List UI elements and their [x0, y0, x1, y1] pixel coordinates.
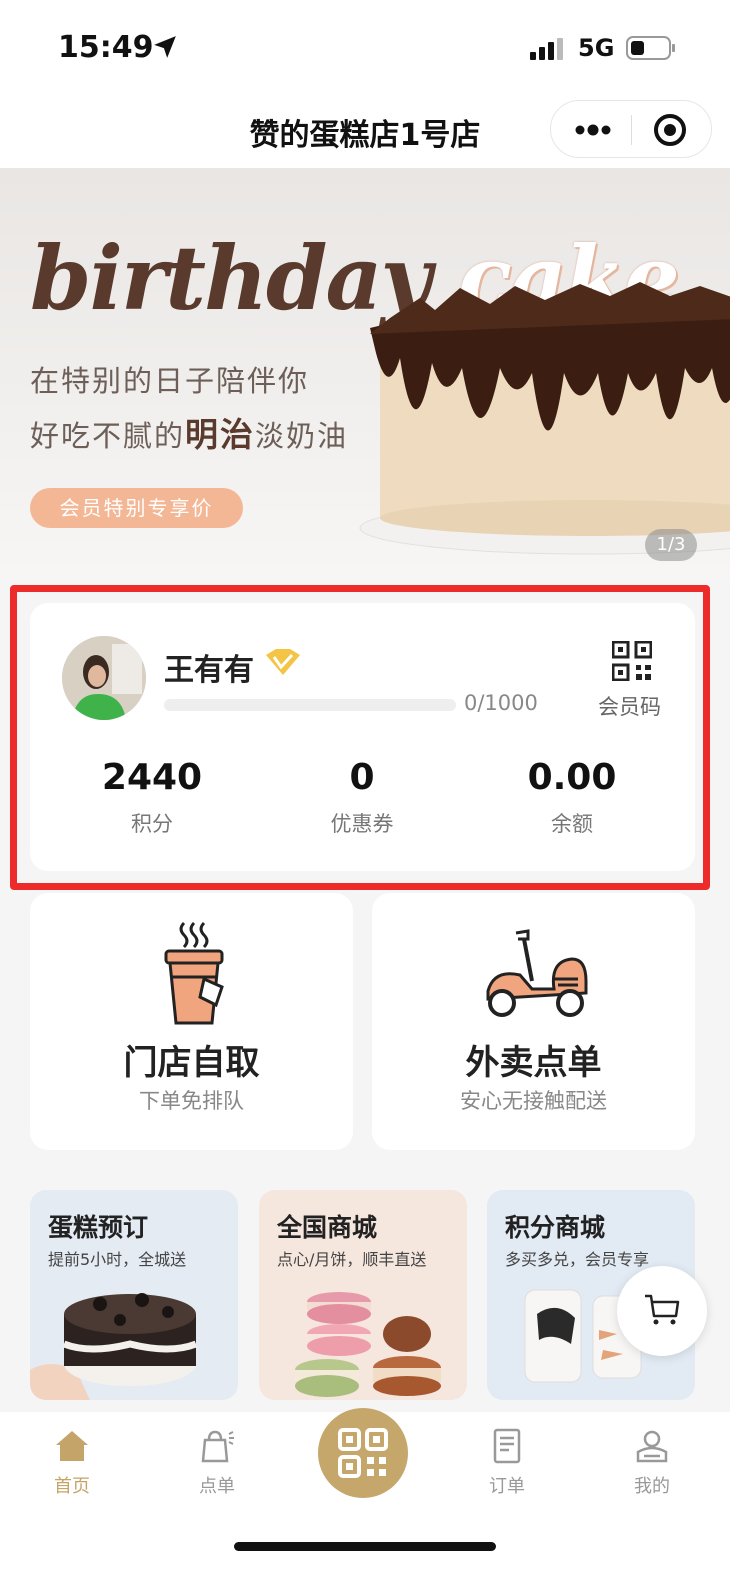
- receipt-icon: [493, 1428, 521, 1464]
- chocolate-cake-image: [359, 282, 730, 555]
- tab-orders[interactable]: 订单: [447, 1428, 567, 1498]
- points-label: 积分: [131, 812, 173, 836]
- bag-icon: [201, 1430, 234, 1463]
- qr-code-icon[interactable]: [612, 641, 652, 681]
- cart-button[interactable]: [617, 1266, 707, 1356]
- stat-points[interactable]: 2440 积分: [52, 757, 252, 838]
- status-time: 15:49: [58, 30, 154, 65]
- banner-tagline-suffix: 淡奶油: [255, 419, 349, 453]
- nav-bar: 赞的蛋糕店1号店: [0, 96, 730, 168]
- tab-scan-qr[interactable]: [318, 1408, 408, 1498]
- home-icon: [56, 1431, 88, 1461]
- close-miniprogram-icon[interactable]: [653, 113, 687, 147]
- signal-icon: [530, 38, 563, 60]
- delivery-subtitle: 安心无接触配送: [460, 1089, 607, 1113]
- miniprogram-capsule: [550, 100, 712, 158]
- promo-banner[interactable]: birthday cake 在特别的日子陪伴你 好吃不腻的明治淡奶油 会员特别专…: [0, 168, 730, 580]
- battery-icon: [626, 36, 675, 60]
- tab-menu[interactable]: 点单: [157, 1428, 277, 1498]
- more-icon[interactable]: [573, 117, 613, 143]
- member-card[interactable]: 王有有 0/1000 会员码 2440 积分 0 优惠券 0.00 余额: [30, 603, 695, 871]
- pickup-subtitle: 下单免排队: [139, 1089, 244, 1113]
- location-arrow-icon: [154, 36, 176, 58]
- oreo-cake-image: [30, 1293, 198, 1400]
- pickup-title: 门店自取: [123, 1043, 260, 1083]
- tab-profile[interactable]: 我的: [592, 1428, 712, 1498]
- member-level-progress: [164, 699, 456, 711]
- tab-home-label: 首页: [54, 1476, 90, 1497]
- tab-bar: 首页 点单 订单 我的: [0, 1408, 730, 1578]
- national-mall-subtitle: 点心/月饼，顺丰直送: [277, 1250, 427, 1269]
- cart-icon: [645, 1294, 680, 1325]
- coupons-label: 优惠券: [330, 812, 394, 836]
- banner-tagline-2: 好吃不腻的明治淡奶油: [30, 408, 348, 456]
- stat-balance[interactable]: 0.00 余额: [472, 757, 672, 838]
- member-code-label[interactable]: 会员码: [598, 691, 661, 721]
- national-mall-title: 全国商城: [277, 1213, 378, 1242]
- avatar-photo: [62, 636, 146, 720]
- coffee-cup-icon: [164, 921, 224, 1025]
- banner-tagline-bold: 明治: [185, 415, 256, 454]
- cake-reservation-subtitle: 提前5小时，全城送: [48, 1250, 187, 1269]
- member-price-pill: 会员特别专享价: [30, 488, 243, 528]
- stat-coupons[interactable]: 0 优惠券: [262, 757, 462, 838]
- tab-orders-label: 订单: [489, 1476, 525, 1497]
- status-bar: 15:49 5G: [0, 0, 730, 96]
- pickup-order-card[interactable]: 门店自取 下单免排队: [30, 893, 353, 1150]
- scooter-icon: [486, 929, 587, 1017]
- avatar[interactable]: [62, 636, 146, 720]
- tab-menu-label: 点单: [199, 1476, 235, 1497]
- banner-page-indicator: 1/3: [645, 529, 697, 561]
- tab-profile-label: 我的: [634, 1476, 670, 1497]
- banner-tagline-prefix: 好吃不腻的: [30, 419, 186, 453]
- banner-tagline-1: 在特别的日子陪伴你: [30, 364, 310, 398]
- delivery-order-card[interactable]: 外卖点单 安心无接触配送: [372, 893, 695, 1150]
- tab-home[interactable]: 首页: [12, 1428, 132, 1498]
- points-mall-subtitle: 多买多兑，会员专享: [505, 1250, 650, 1269]
- vip-badge-icon: [266, 649, 300, 675]
- network-type: 5G: [578, 34, 615, 62]
- points-mall-title: 积分商城: [505, 1213, 606, 1242]
- capsule-divider: [631, 115, 632, 145]
- balance-value: 0.00: [527, 757, 617, 798]
- member-name: 王有有: [164, 653, 254, 688]
- balance-label: 余额: [551, 812, 593, 836]
- home-indicator: [234, 1542, 496, 1551]
- national-mall-card[interactable]: 全国商城 点心/月饼，顺丰直送: [259, 1190, 467, 1400]
- delivery-title: 外卖点单: [465, 1043, 602, 1083]
- points-value: 2440: [101, 757, 203, 798]
- macaron-image: [295, 1292, 441, 1397]
- progress-text: 0/1000: [464, 691, 538, 715]
- qr-scan-icon: [338, 1428, 388, 1478]
- profile-icon: [636, 1430, 668, 1463]
- cake-reservation-title: 蛋糕预订: [48, 1213, 149, 1242]
- coupons-value: 0: [349, 757, 375, 798]
- cake-reservation-card[interactable]: 蛋糕预订 提前5小时，全城送: [30, 1190, 238, 1400]
